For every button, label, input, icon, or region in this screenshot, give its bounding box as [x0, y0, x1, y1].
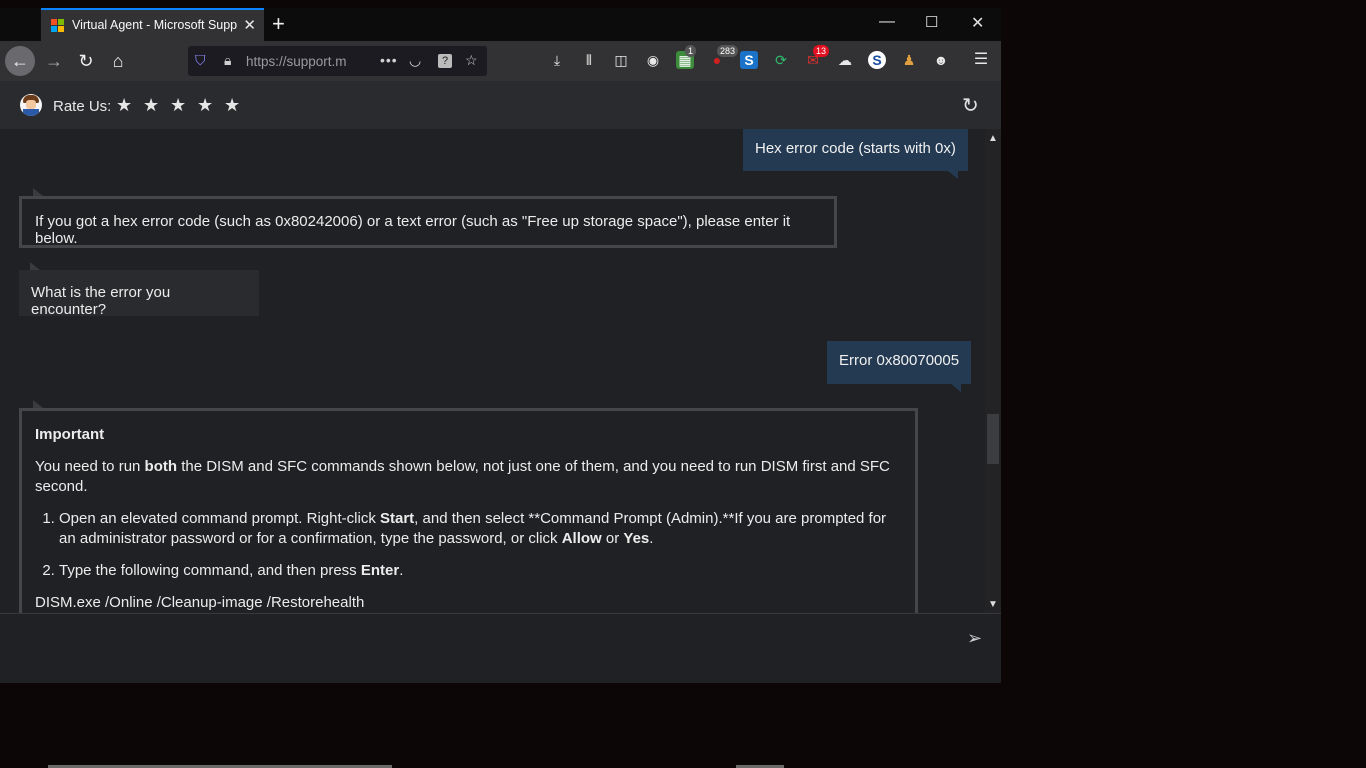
account-icon[interactable]: ◉ — [644, 51, 662, 69]
instructions-card: Important You need to run both the DISM … — [19, 408, 918, 613]
shield-icon[interactable]: ⛉ — [195, 52, 206, 69]
bot-message-tail — [30, 262, 40, 270]
bot-message-tail — [33, 188, 43, 196]
dism-command: DISM.exe /Online /Cleanup-image /Restore… — [35, 594, 365, 611]
extension-spy-icon[interactable]: ♟ — [900, 51, 918, 69]
pocket-icon[interactable]: ◡ — [409, 52, 421, 69]
extension-sync-icon[interactable]: ⟳ — [772, 51, 790, 69]
tab-close-icon[interactable]: ✕ — [243, 16, 256, 34]
bookmark-star-icon[interactable]: ☆ — [465, 52, 478, 69]
reload-button[interactable]: ↻ — [71, 46, 101, 76]
star-4-icon[interactable]: ★ — [197, 95, 213, 116]
user-message: Error 0x80070005 — [827, 341, 972, 392]
star-5-icon[interactable]: ★ — [224, 95, 240, 116]
scroll-up-icon[interactable]: ▲ — [988, 133, 998, 144]
help-icon[interactable]: ? — [438, 54, 452, 68]
minimize-icon[interactable]: — — [879, 13, 895, 31]
user-message-text: Hex error code (starts with 0x) — [755, 140, 956, 157]
user-message: Hex error code (starts with 0x) — [743, 129, 968, 179]
chat-transcript[interactable]: Hex error code (starts with 0x) If you g… — [0, 129, 985, 613]
library-icon[interactable]: ⫴ — [580, 51, 598, 69]
maximize-icon[interactable]: ☐ — [925, 13, 938, 31]
bot-message: If you got a hex error code (such as 0x8… — [19, 196, 837, 248]
card-intro: You need to run both the DISM and SFC co… — [35, 458, 890, 495]
microsoft-logo-icon — [51, 19, 65, 33]
downloads-icon[interactable]: ⤓ — [548, 51, 566, 69]
chat-scrollbar[interactable]: ▲ ▼ — [985, 129, 1001, 613]
restart-conversation-icon[interactable]: ↻ — [962, 93, 979, 118]
bot-message-text: If you got a hex error code (such as 0x8… — [35, 213, 791, 247]
page-actions-icon[interactable]: ••• — [380, 52, 398, 68]
sidebar-icon[interactable]: ◫ — [612, 51, 630, 69]
send-icon[interactable]: ➢ — [967, 628, 982, 649]
rating-header: Rate Us: ★ ★ ★ ★ ★ ↻ — [0, 81, 1001, 129]
message-input-bar: ➢ — [0, 613, 1001, 683]
browser-window: Virtual Agent - Microsoft Support ✕ + — … — [0, 8, 1001, 683]
extension-mail-icon[interactable]: ✉ 13 — [804, 45, 830, 69]
scroll-down-icon[interactable]: ▼ — [988, 599, 998, 610]
new-tab-button[interactable]: + — [272, 11, 285, 37]
lock-icon[interactable]: 🔒︎ — [224, 52, 231, 69]
extension-red-icon[interactable]: ● 283 — [708, 45, 739, 69]
menu-hamburger-icon[interactable]: ☰ — [972, 51, 990, 69]
extension-badge: 13 — [813, 45, 830, 57]
forward-button[interactable]: → — [39, 46, 69, 76]
extension-badge: 1 — [685, 45, 697, 57]
close-window-icon[interactable]: ✕ — [971, 13, 984, 33]
back-button[interactable]: ← — [5, 46, 35, 76]
tab-bar: Virtual Agent - Microsoft Support ✕ + — … — [0, 8, 1001, 41]
bot-message-tail — [33, 400, 43, 408]
extension-mask-icon[interactable]: ☻ — [932, 51, 950, 69]
star-3-icon[interactable]: ★ — [170, 95, 186, 116]
user-message-text: Error 0x80070005 — [839, 352, 960, 369]
steps-list: Open an elevated command prompt. Right-c… — [35, 509, 902, 581]
extension-green-icon[interactable]: ▦ 1 — [676, 45, 697, 69]
step-item: Open an elevated command prompt. Right-c… — [59, 509, 902, 549]
star-2-icon[interactable]: ★ — [143, 95, 159, 116]
agent-avatar — [20, 94, 42, 116]
step-item: Type the following command, and then pre… — [59, 561, 902, 581]
card-title: Important — [35, 426, 105, 443]
bot-message: What is the error you encounter? — [19, 270, 259, 318]
tab-title: Virtual Agent - Microsoft Support — [72, 18, 237, 32]
url-text[interactable]: https://support.m — [246, 54, 347, 69]
scroll-thumb[interactable] — [987, 414, 999, 464]
home-button[interactable]: ⌂ — [103, 46, 133, 76]
tab-virtual-agent[interactable]: Virtual Agent - Microsoft Support ✕ — [41, 8, 264, 41]
bot-message-text: What is the error you encounter? — [31, 284, 171, 318]
navigation-toolbar: ← → ↻ ⌂ ⛉ 🔒︎ https://support.m ••• ◡ ? ☆… — [0, 41, 1001, 81]
message-input[interactable] — [12, 624, 946, 666]
extension-skype-icon[interactable]: S — [868, 51, 886, 69]
extension-s-icon[interactable]: S — [740, 51, 758, 69]
extension-cloud-icon[interactable]: ☁ — [836, 51, 854, 69]
extension-badge: 283 — [717, 45, 739, 57]
star-1-icon[interactable]: ★ — [116, 95, 132, 116]
rate-us-label: Rate Us: — [53, 98, 112, 115]
url-bar[interactable]: ⛉ 🔒︎ https://support.m ••• ◡ ? ☆ — [188, 46, 487, 76]
